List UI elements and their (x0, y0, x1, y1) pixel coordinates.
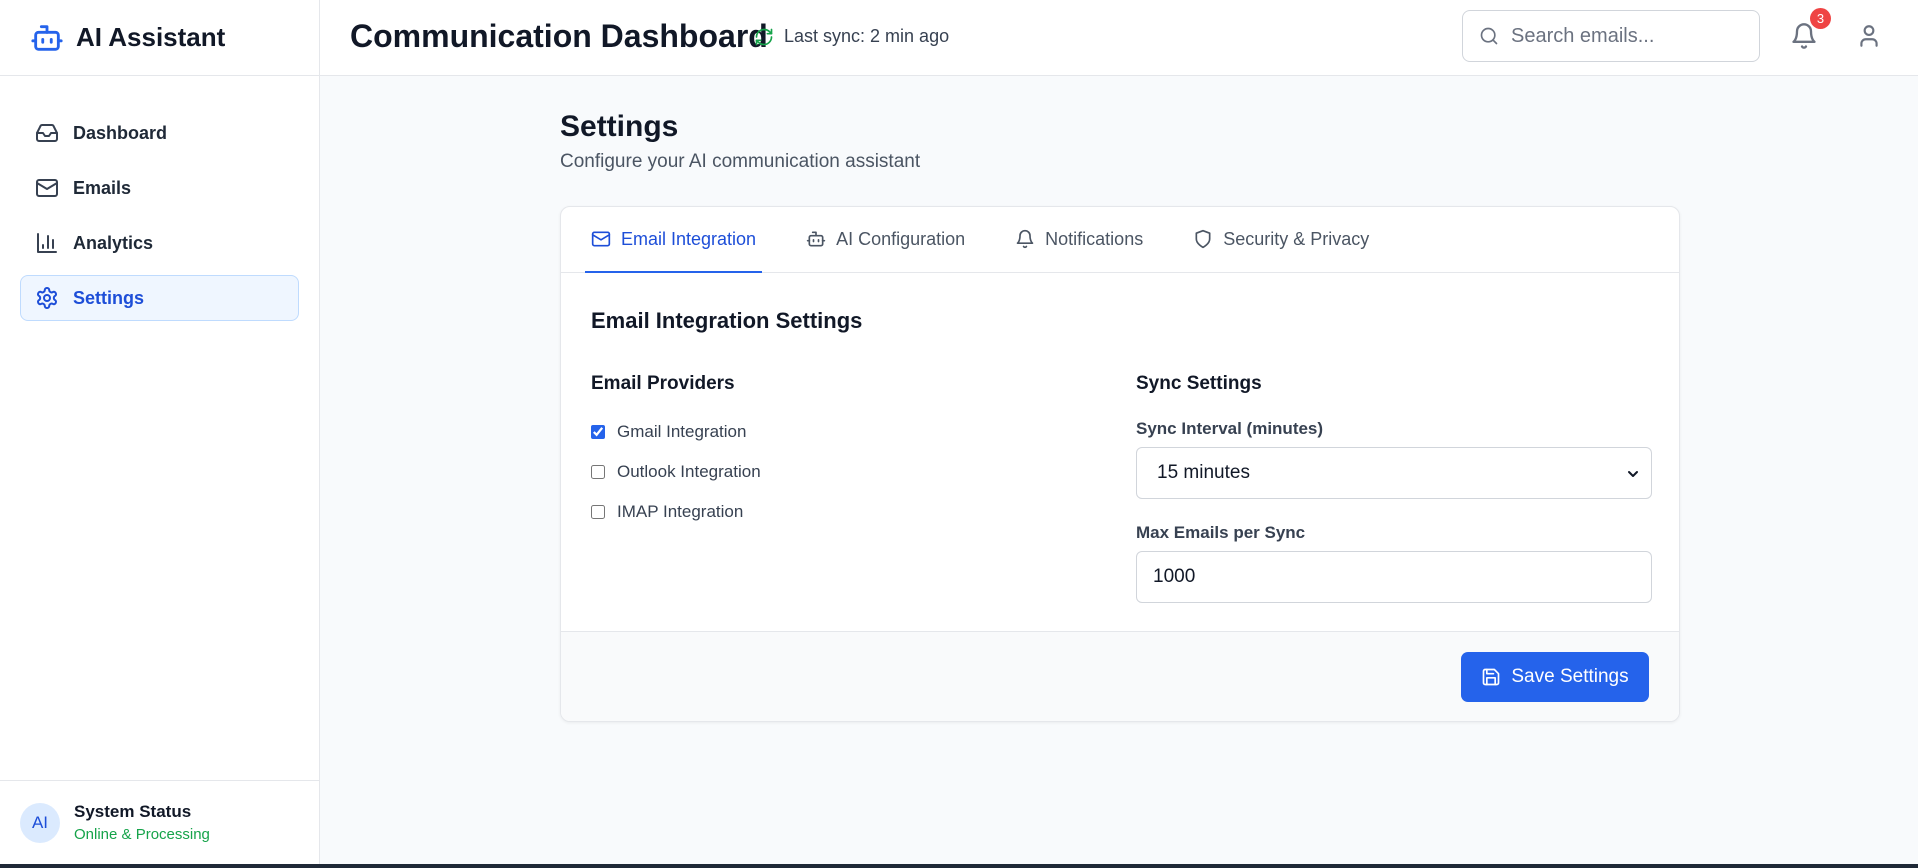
top-header: Communication Dashboard Last sync: 2 min… (320, 0, 1918, 76)
save-label: Save Settings (1511, 666, 1629, 687)
settings-title: Settings (560, 110, 679, 143)
tab-ai-configuration[interactable]: AI Configuration (800, 207, 971, 273)
bell-icon (1015, 229, 1035, 249)
tab-label: AI Configuration (836, 228, 966, 249)
settings-card: Email Integration AI Configuration Notif… (560, 206, 1680, 722)
provider-label: Outlook Integration (617, 462, 761, 481)
sidebar: AI Assistant Dashboard Emails Analytics … (0, 0, 320, 864)
settings-tabs: Email Integration AI Configuration Notif… (561, 207, 1679, 273)
sidebar-item-dashboard[interactable]: Dashboard (20, 110, 299, 156)
system-status: AI System Status Online & Processing (0, 780, 319, 864)
mail-icon (591, 229, 611, 249)
sidebar-item-emails[interactable]: Emails (20, 165, 299, 211)
outlook-checkbox[interactable] (591, 465, 605, 479)
status-title: System Status (74, 802, 192, 821)
sync-interval-label: Sync Interval (minutes) (1136, 419, 1324, 438)
gmail-checkbox[interactable] (591, 425, 605, 439)
sync-settings: Sync Settings Sync Interval (minutes) 15… (1136, 373, 1652, 603)
provider-label: Gmail Integration (617, 422, 747, 441)
sidebar-item-label: Dashboard (73, 122, 168, 143)
save-settings-button[interactable]: Save Settings (1461, 652, 1649, 702)
bottom-border (0, 864, 1918, 868)
provider-label: IMAP Integration (617, 502, 744, 521)
sync-interval-select[interactable]: 15 minutes (1136, 447, 1652, 499)
provider-imap: IMAP Integration (591, 500, 1091, 524)
sync-status: Last sync: 2 min ago (754, 26, 949, 47)
max-emails-label: Max Emails per Sync (1136, 523, 1306, 542)
user-icon[interactable] (1856, 23, 1882, 49)
search-input[interactable] (1511, 24, 1731, 48)
shield-icon (1193, 229, 1213, 249)
sidebar-item-label: Emails (73, 177, 132, 198)
tab-label: Email Integration (621, 228, 757, 249)
search-icon (1479, 26, 1499, 46)
max-emails-value: 1000 (1153, 566, 1196, 587)
bot-icon (30, 21, 64, 55)
section-title: Email Integration Settings (591, 308, 863, 333)
bar-chart-icon (35, 231, 59, 255)
tab-notifications[interactable]: Notifications (1009, 207, 1149, 273)
settings-subtitle: Configure your AI communication assistan… (560, 151, 921, 172)
chevron-down-icon (1625, 466, 1641, 482)
brand: AI Assistant (0, 0, 319, 76)
gear-icon (35, 286, 59, 310)
providers-title: Email Providers (591, 373, 735, 394)
mail-icon (35, 176, 59, 200)
tab-label: Notifications (1045, 228, 1144, 249)
app-name: AI Assistant (76, 22, 226, 52)
page-title: Communication Dashboard (350, 18, 768, 54)
email-providers: Email Providers Gmail Integration Outloo… (591, 373, 1091, 524)
bot-icon (806, 229, 826, 249)
card-footer: Save Settings (561, 631, 1679, 721)
status-subtitle: Online & Processing (74, 826, 210, 843)
sidebar-item-settings[interactable]: Settings (20, 275, 299, 321)
sync-text: Last sync: 2 min ago (784, 26, 950, 46)
tab-label: Security & Privacy (1223, 228, 1370, 249)
save-icon (1481, 667, 1501, 687)
search-box (1462, 10, 1760, 62)
tab-email-integration[interactable]: Email Integration (585, 207, 763, 273)
max-emails-input[interactable]: 1000 (1136, 551, 1652, 603)
sync-settings-title: Sync Settings (1136, 373, 1262, 394)
provider-outlook: Outlook Integration (591, 460, 1091, 484)
provider-gmail: Gmail Integration (591, 420, 1091, 444)
sidebar-item-label: Analytics (73, 232, 154, 253)
sync-interval-value: 15 minutes (1157, 462, 1250, 483)
sidebar-nav: Dashboard Emails Analytics Settings (0, 76, 319, 321)
sidebar-item-analytics[interactable]: Analytics (20, 220, 299, 266)
tab-security-privacy[interactable]: Security & Privacy (1187, 207, 1375, 273)
imap-checkbox[interactable] (591, 505, 605, 519)
refresh-icon (754, 27, 774, 47)
avatar: AI (20, 802, 60, 843)
notification-badge: 3 (1810, 8, 1831, 29)
inbox-icon (35, 121, 59, 145)
sidebar-item-label: Settings (73, 287, 145, 308)
